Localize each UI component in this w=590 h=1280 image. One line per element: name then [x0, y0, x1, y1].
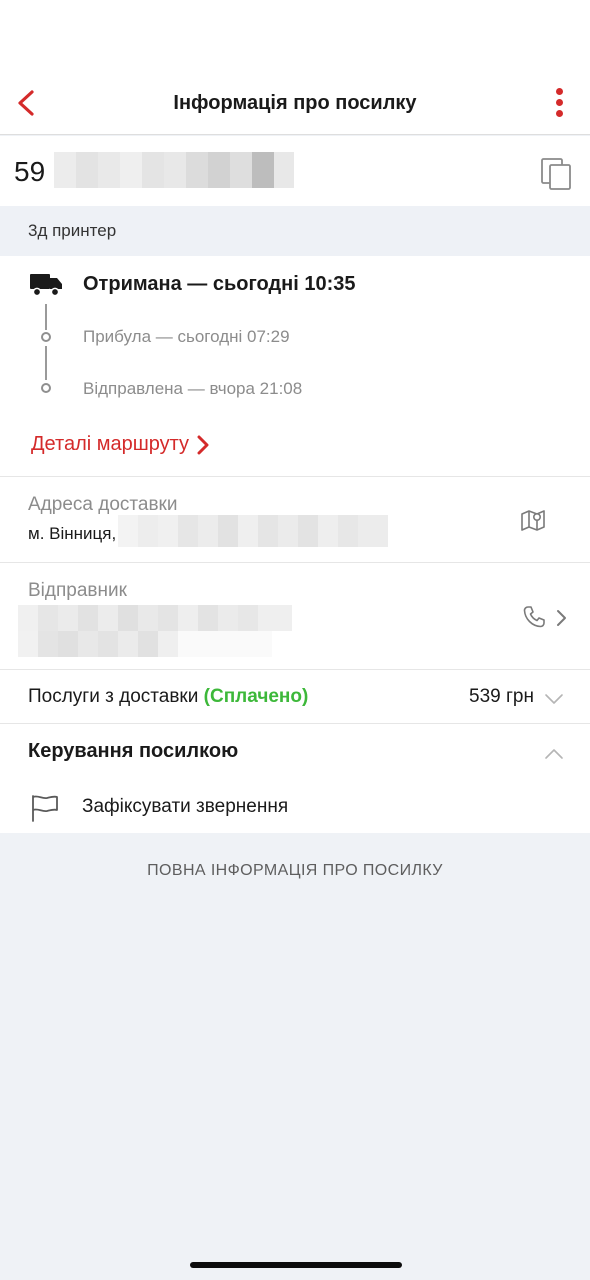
status-history-item: Прибула — сьогодні 07:29 [83, 327, 290, 346]
tracking-number-row: 59 [0, 136, 590, 206]
truck-icon [30, 274, 62, 297]
timeline-dot [41, 383, 51, 393]
full-parcel-info-link[interactable]: ПОВНА ІНФОРМАЦІЯ ПРО ПОСИЛКУ [0, 862, 590, 880]
chevron-up-icon[interactable] [544, 748, 564, 760]
address-redacted [118, 515, 388, 547]
route-details-link[interactable]: Деталі маршруту [31, 433, 209, 456]
tracking-number: 59 [14, 156, 46, 187]
flag-icon [32, 795, 58, 822]
timeline-line [45, 346, 47, 380]
delivery-services-price: 539 грн [469, 686, 534, 707]
chevron-right-icon [197, 435, 209, 454]
more-menu-button[interactable] [552, 88, 566, 120]
map-icon[interactable] [520, 507, 546, 533]
more-vertical-icon [552, 88, 566, 117]
sender-label: Відправник [28, 580, 127, 601]
status-bar [0, 0, 590, 68]
sender-phone-redacted [18, 631, 292, 657]
current-status: Отримана — сьогодні 10:35 [83, 273, 356, 295]
parcel-management-title: Керування посилкою [28, 740, 239, 762]
sender-section[interactable]: Відправник [0, 563, 590, 670]
delivery-address-label: Адреса доставки [28, 494, 178, 515]
home-indicator [190, 1262, 402, 1268]
delivery-services-title: Послуги з доставки [28, 686, 199, 707]
parcel-management-section: Керування посилкою Зафіксувати звернення [0, 724, 590, 833]
timeline-line [45, 304, 47, 330]
timeline-dot [41, 332, 51, 342]
chevron-down-icon [545, 694, 563, 704]
tracking-number-redacted [54, 152, 294, 188]
status-history-item: Відправлена — вчора 21:08 [83, 379, 303, 398]
nav-bar: Інформація про посилку [0, 68, 590, 135]
copy-icon [541, 158, 571, 190]
sender-name-redacted [18, 605, 292, 631]
delivery-services-row[interactable]: Послуги з доставки (Сплачено) 539 грн [0, 670, 590, 724]
copy-button[interactable] [540, 156, 574, 190]
page-title: Інформація про посилку [173, 92, 417, 114]
file-complaint-action[interactable]: Зафіксувати звернення [0, 784, 590, 832]
payment-status: (Сплачено) [203, 686, 309, 707]
parcel-description: 3д принтер [28, 221, 117, 240]
route-details-label: Деталі маршруту [31, 433, 190, 455]
phone-icon[interactable] [522, 605, 546, 629]
parcel-description-band: 3д принтер [0, 206, 590, 256]
delivery-address-value: м. Вінниця, [28, 524, 117, 543]
file-complaint-label: Зафіксувати звернення [82, 796, 289, 817]
status-section: Отримана — сьогодні 10:35 Прибула — сьог… [0, 256, 590, 477]
chevron-right-icon[interactable] [556, 609, 568, 627]
delivery-address-section: Адреса доставки м. Вінниця, [0, 477, 590, 563]
delivery-services-label: Послуги з доставки (Сплачено) [28, 686, 308, 708]
